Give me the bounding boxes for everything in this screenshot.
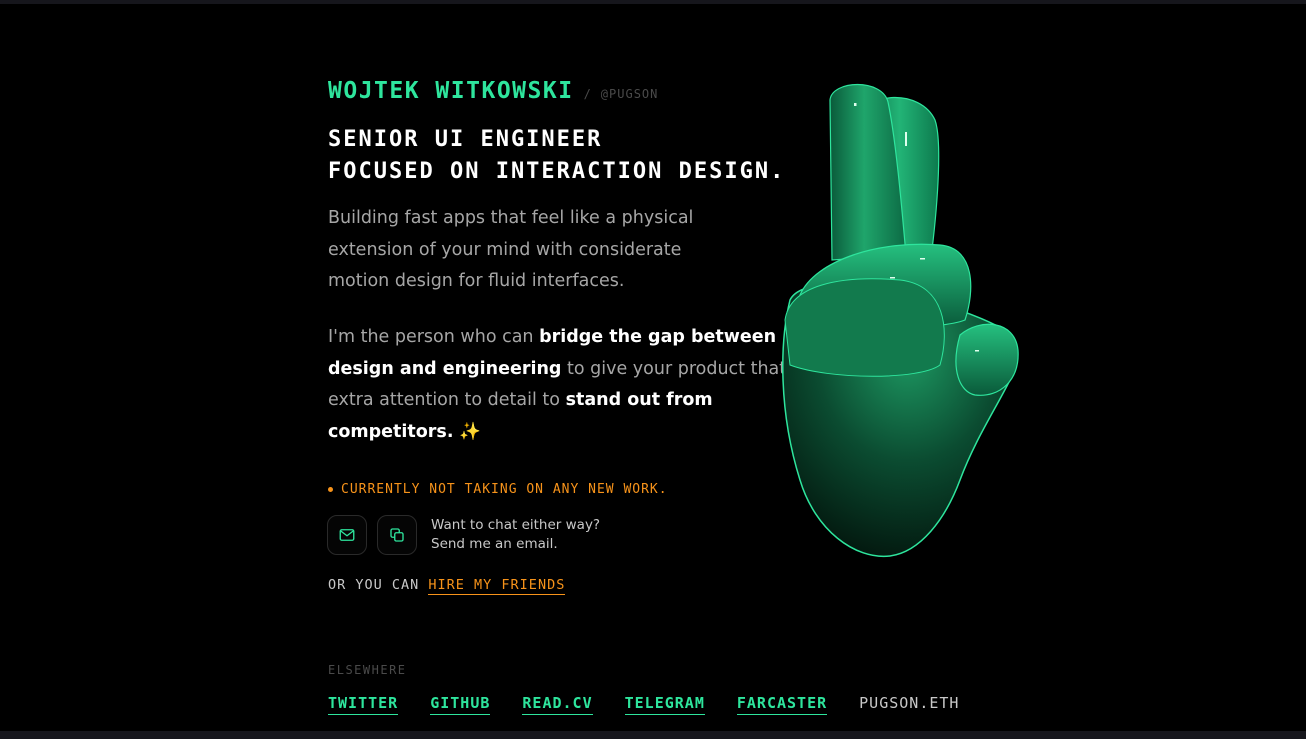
twitter-link[interactable]: TWITTER — [328, 694, 399, 715]
social-links: TWITTER GITHUB READ.CV TELEGRAM FARCASTE… — [328, 694, 959, 715]
email-button[interactable] — [327, 515, 367, 555]
hire-my-friends-link[interactable]: HIRE MY FRIENDS — [428, 577, 566, 595]
copy-email-button[interactable] — [377, 515, 417, 555]
copy-icon — [390, 528, 404, 542]
friends-prefix: OR YOU CAN — [328, 577, 429, 593]
mail-icon — [339, 529, 355, 541]
availability-status: CURRENTLY NOT TAKING ON ANY NEW WORK. — [328, 482, 668, 497]
github-link[interactable]: GITHUB — [430, 694, 491, 715]
friends-line: OR YOU CAN HIRE MY FRIENDS — [328, 577, 566, 595]
tagline-line-2: FOCUSED ON INTERACTION DESIGN. — [328, 159, 786, 184]
header-separator: / — [583, 87, 591, 101]
contact-line-1: Want to chat either way? — [431, 517, 601, 533]
intro-paragraph: Building fast apps that feel like a phys… — [328, 203, 698, 298]
intro-line-2: extension of your mind with considerate — [328, 239, 682, 260]
intro-line-1: Building fast apps that feel like a phys… — [328, 208, 694, 228]
contact-line-2: Send me an email. — [431, 536, 558, 552]
status-dot — [328, 487, 333, 492]
ens-name: PUGSON.ETH — [859, 694, 960, 712]
readcv-link[interactable]: READ.CV — [522, 694, 593, 715]
contact-row: Want to chat either way? Send me an emai… — [327, 515, 600, 555]
contact-text: Want to chat either way? Send me an emai… — [431, 516, 600, 554]
intro-line-3: motion design for fluid interfaces. — [328, 271, 625, 291]
header: WOJTEK WITKOWSKI / @PUGSON — [328, 78, 658, 104]
status-text: CURRENTLY NOT TAKING ON ANY NEW WORK. — [341, 482, 668, 497]
pitch-text-1: I'm the person who can — [328, 327, 540, 347]
sparkles-emoji: ✨ — [453, 421, 481, 442]
pitch-paragraph: I'm the person who can bridge the gap be… — [328, 322, 798, 448]
telegram-link[interactable]: TELEGRAM — [624, 694, 705, 715]
author-handle: @PUGSON — [600, 87, 659, 101]
farcaster-link[interactable]: FARCASTER — [736, 694, 828, 715]
tagline-line-1: SENIOR UI ENGINEER — [328, 127, 603, 152]
peace-hand-illustration — [782, 83, 1019, 558]
window-top-border — [0, 0, 1306, 4]
author-name: WOJTEK WITKOWSKI — [328, 78, 574, 104]
tagline: SENIOR UI ENGINEER FOCUSED ON INTERACTIO… — [328, 124, 785, 188]
window-bottom-border — [0, 731, 1306, 739]
elsewhere-label: ELSEWHERE — [328, 663, 407, 677]
